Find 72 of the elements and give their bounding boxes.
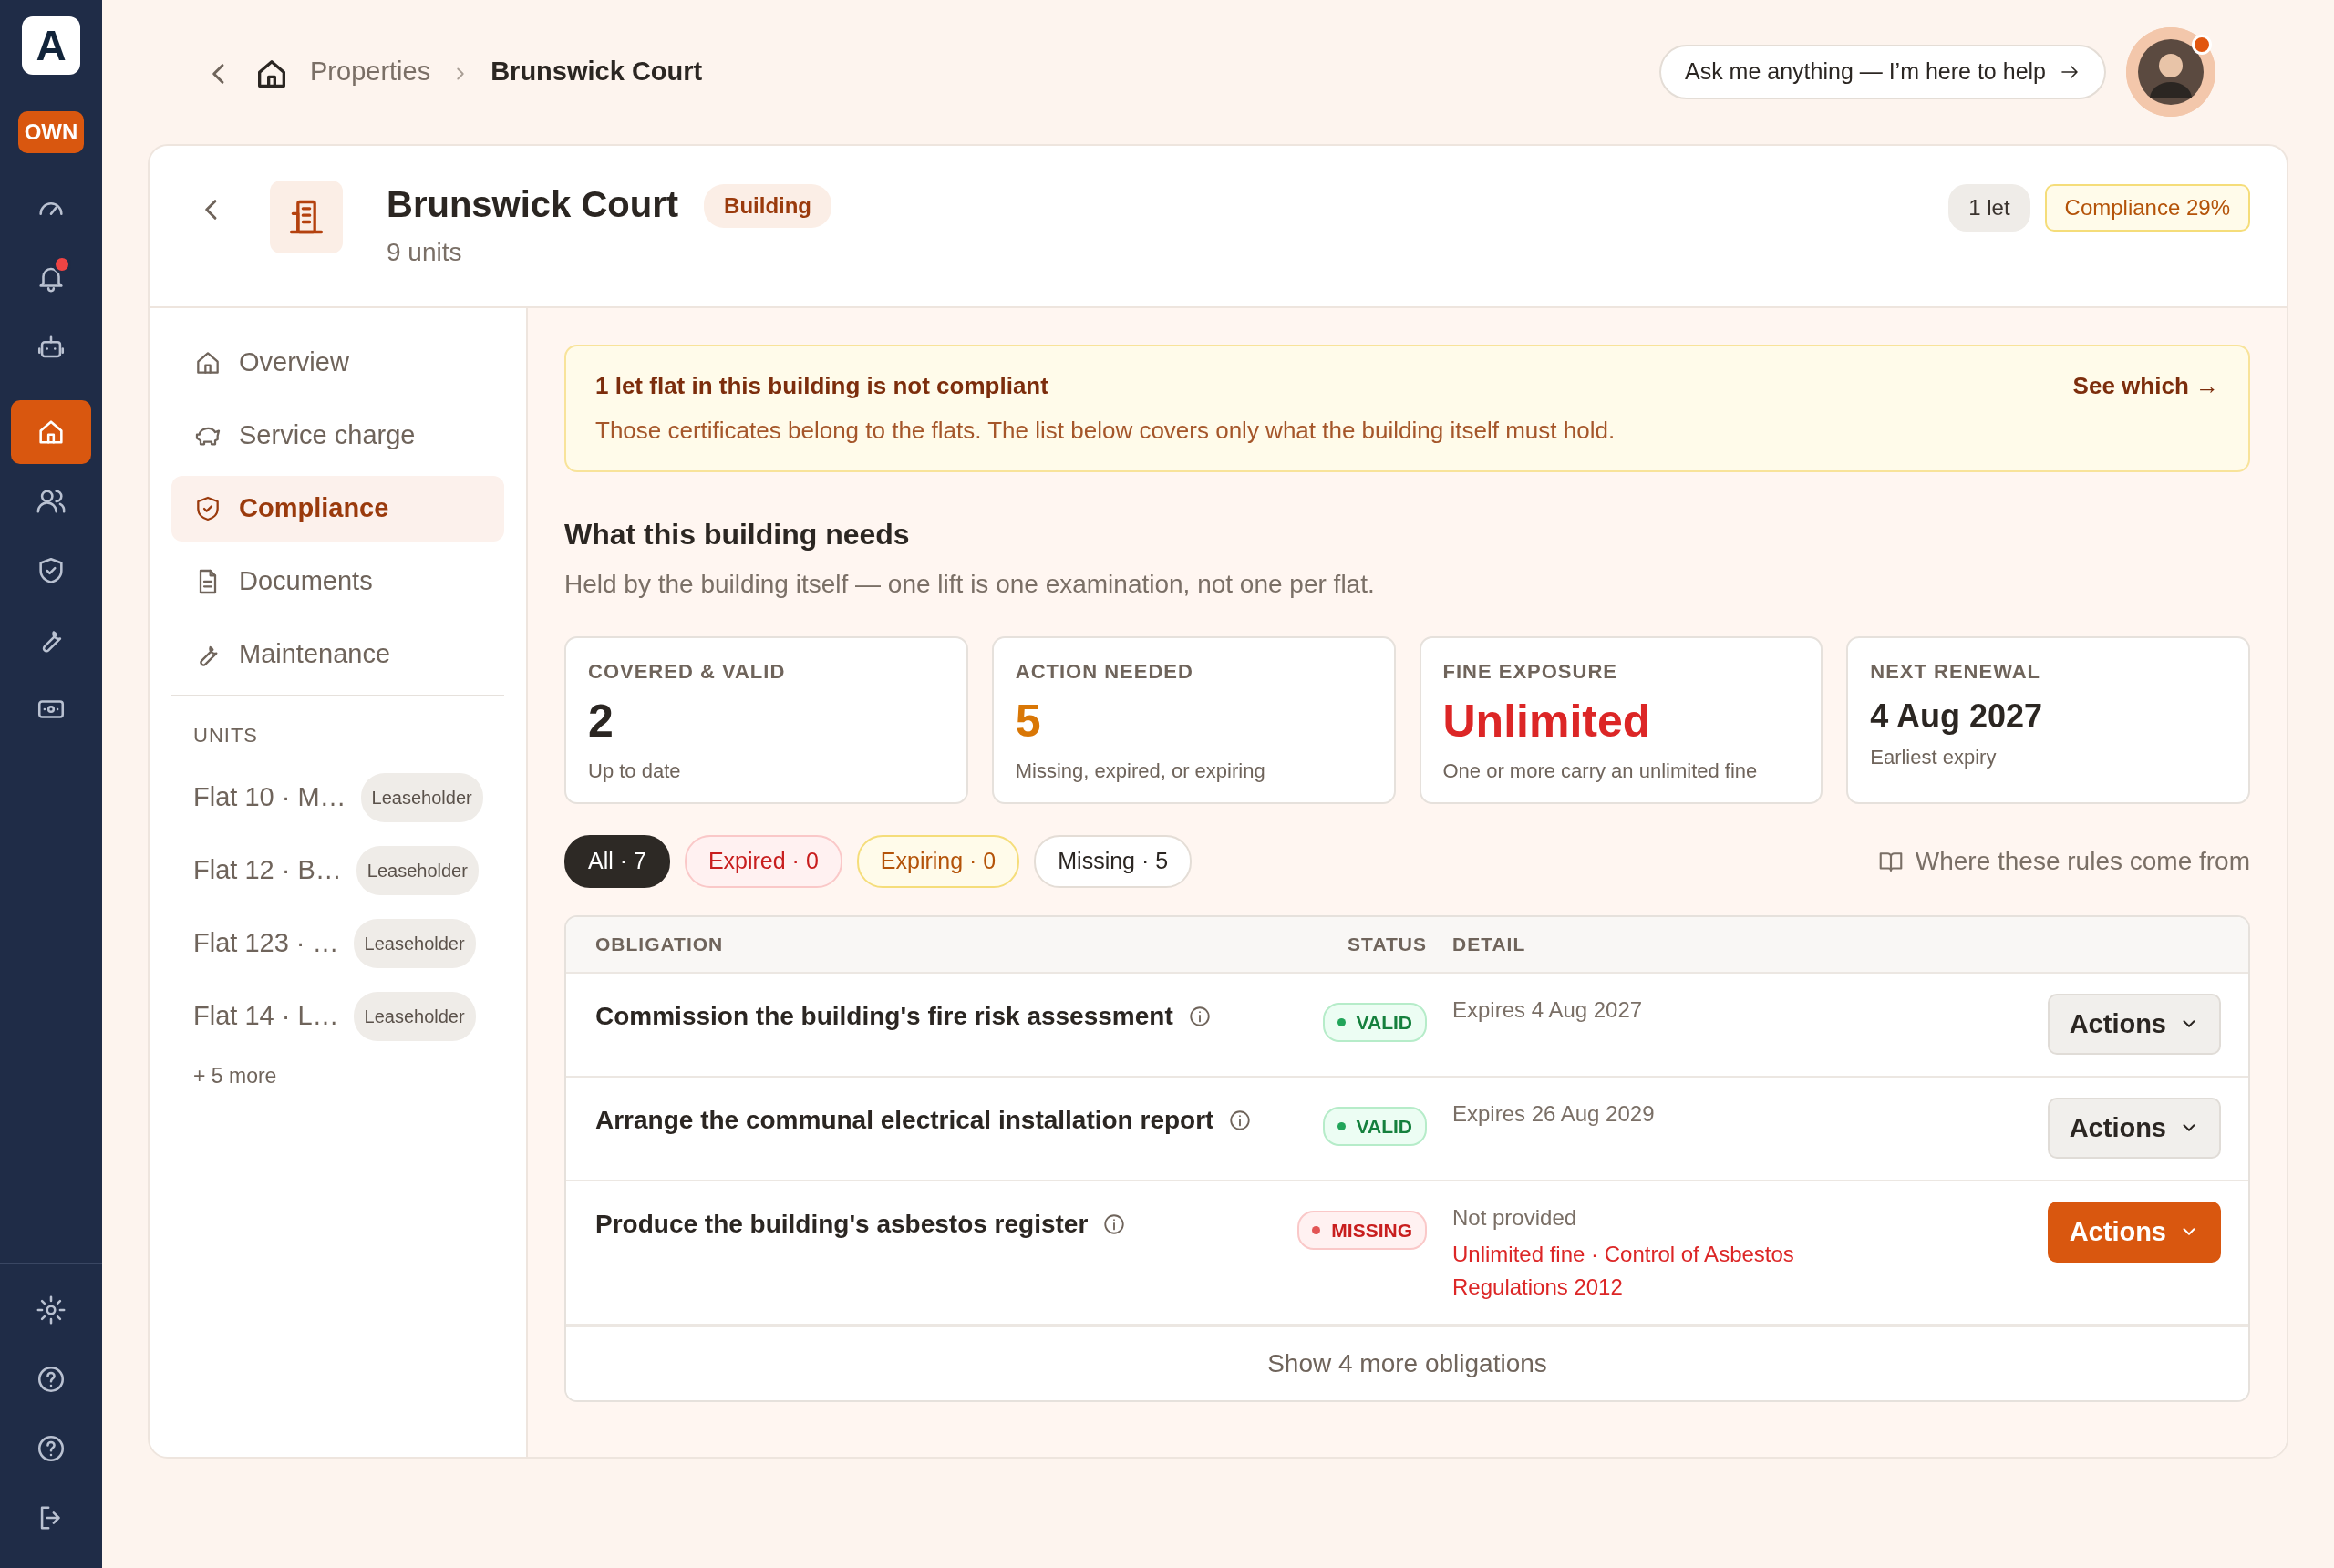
role-tag: Leaseholder — [360, 773, 483, 822]
stat-note: Up to date — [588, 758, 682, 784]
role-badge: OWN — [18, 111, 84, 153]
nav-item[interactable]: Maintenance — [171, 622, 504, 687]
section-title: What this building needs — [564, 517, 911, 552]
nav-item[interactable]: Overview — [171, 330, 504, 396]
stat-label: ACTION NEEDED — [1015, 659, 1194, 685]
stat-note: Missing, expired, or expiring — [1015, 758, 1266, 784]
column-header: DETAIL — [1451, 932, 1527, 956]
role-tag: Leaseholder — [353, 919, 476, 968]
type-badge: Building — [704, 184, 832, 228]
status-badge: MISSING — [1297, 1210, 1427, 1250]
show-more-button[interactable]: Show 4 more obligations — [566, 1325, 2248, 1400]
status-badge: VALID — [1322, 1106, 1427, 1146]
stat-value: 4 Aug 2027 — [1870, 697, 2043, 736]
role-tag: Leaseholder — [353, 992, 476, 1041]
stat-value: 2 — [588, 696, 614, 748]
breadcrumb-item: Brunswick Court — [491, 56, 703, 88]
help-icon — [36, 1364, 67, 1395]
stat-label: FINE EXPOSURE — [1442, 659, 1618, 685]
nav-item[interactable]: Compliance — [171, 476, 504, 542]
stat-label: COVERED & VALID — [588, 659, 787, 685]
unit-link[interactable]: Flat 12 · B… — [193, 851, 342, 891]
stat-value: Unlimited — [1442, 696, 1652, 748]
property-title: Brunswick Court — [387, 184, 679, 224]
section-subtitle: Held by the building itself — one lift is one examination, not one per flat. — [564, 569, 1376, 600]
obligation-name: Commission the building's fire risk assessment — [595, 1000, 1173, 1032]
stat-value: 5 — [1015, 696, 1042, 748]
info-icon — [1228, 1108, 1253, 1132]
filter-chip[interactable]: Expiring · 0 — [856, 835, 1020, 888]
nav-item[interactable]: Service charge — [171, 403, 504, 469]
info-icon — [1102, 1212, 1127, 1236]
obligation-name: Produce the building's asbestos register — [595, 1208, 1089, 1240]
see-which-link[interactable]: See which → — [2072, 368, 2219, 404]
rules-link[interactable]: Where these rules come from — [1876, 841, 2250, 881]
alert-title: 1 let flat in this building is not compliant — [595, 371, 1049, 401]
role-tag: Leaseholder — [356, 846, 479, 895]
unit-link[interactable]: Flat 123 · … — [193, 923, 339, 964]
breadcrumb-item[interactable]: Properties — [310, 52, 431, 92]
actions-button[interactable]: Actions — [2047, 1097, 2221, 1159]
help-icon — [36, 1433, 67, 1464]
filter-chip[interactable]: All · 7 — [564, 835, 670, 888]
detail-text: Not provided — [1452, 1203, 1578, 1232]
sidebar-button[interactable] — [11, 400, 91, 464]
stat-note: Earliest expiry — [1870, 745, 1998, 771]
status-tag: 1 let — [1948, 184, 2030, 232]
filter-chip[interactable]: Missing · 5 — [1034, 835, 1193, 888]
status-badge: VALID — [1322, 1002, 1427, 1042]
info-icon — [1187, 1004, 1212, 1028]
nav-item[interactable]: Documents — [171, 549, 504, 614]
app-logo[interactable]: A — [22, 16, 80, 75]
stat-label: NEXT RENEWAL — [1870, 659, 2042, 685]
user-avatar[interactable] — [2126, 27, 2215, 117]
column-header: OBLIGATION — [595, 932, 725, 956]
detail-text: Expires 26 Aug 2029 — [1452, 1099, 1656, 1128]
fine-warning: Unlimited fine · Control of Asbestos Regulations 2012 — [1452, 1240, 1795, 1301]
section-heading: UNITS — [192, 723, 259, 748]
actions-button[interactable]: Actions — [2047, 1201, 2221, 1263]
alert-text: Those certificates belong to the flats. The list below covers only what the building itself must hold. — [595, 416, 1616, 446]
filter-chip[interactable]: Expired · 0 — [684, 835, 842, 888]
actions-button[interactable]: Actions — [2047, 993, 2221, 1055]
obligation-name: Arrange the communal electrical installation report — [595, 1104, 1214, 1136]
unit-link[interactable]: Flat 10 · M… — [193, 778, 346, 818]
stat-note: One or more carry an unlimited fine — [1442, 758, 1759, 784]
column-header: STATUS — [1348, 932, 1427, 956]
unit-count: 9 units — [387, 237, 463, 268]
assistant-prompt-button[interactable]: Ask me anything — I’m here to help — [1658, 45, 2106, 99]
unit-link[interactable]: Flat 14 · L… — [193, 996, 339, 1037]
more-units-link[interactable]: + 5 more — [171, 1060, 504, 1092]
status-tag: Compliance 29% — [2044, 184, 2250, 232]
detail-text: Expires 4 Aug 2027 — [1452, 995, 1644, 1024]
settings-icon — [36, 1295, 67, 1326]
